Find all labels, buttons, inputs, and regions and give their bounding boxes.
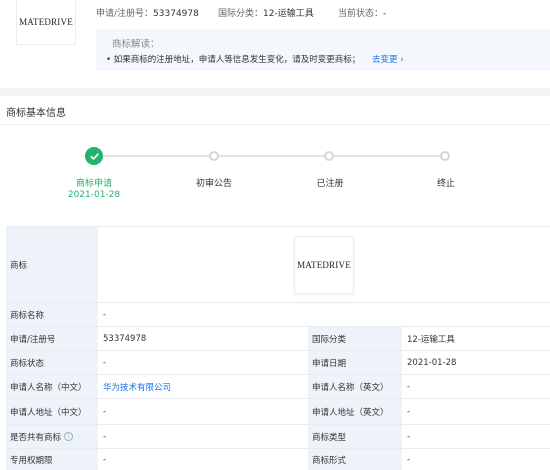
table-label: 专用权期限: [6, 449, 98, 470]
table-value: -: [98, 303, 550, 326]
header-intl-class: 国际分类：12-运输工具: [218, 9, 314, 19]
table-row: 是否共有商标 i - 商标类型 -: [6, 424, 550, 448]
table-label: 申请人名称（英文）: [308, 375, 402, 398]
trademark-logo: MATEDRIVE: [16, 0, 76, 45]
table-label: 申请人地址（英文）: [308, 399, 402, 424]
timeline-step-label: 已注册: [316, 179, 344, 189]
table-value: MATEDRIVE: [98, 227, 550, 302]
trademark-logo-text: MATEDRIVE: [19, 17, 73, 27]
table-row: 申请人地址（中文） - 申请人地址（英文） -: [6, 398, 550, 424]
applicant-link[interactable]: 华为技术有限公司: [103, 381, 171, 393]
table-value: -: [402, 399, 550, 424]
section-title: 商标基本信息: [6, 108, 66, 119]
table-value: 华为技术有限公司: [98, 375, 308, 398]
table-label: 商标名称: [6, 303, 98, 326]
status-timeline-track: [94, 155, 446, 157]
table-label: 商标: [6, 227, 98, 302]
trademark-image: MATEDRIVE: [294, 235, 354, 294]
notice-title: 商标解读：: [112, 39, 160, 50]
table-value: -: [98, 425, 308, 448]
table-row: 商标名称 -: [6, 302, 550, 326]
change-trademark-link[interactable]: 去变更 ›: [372, 53, 404, 65]
table-row: 商标状态 - 申请日期 2021-01-28: [6, 350, 550, 374]
trademark-notice: 商标解读： • 如果商标的注册地址，申请人等信息发生变化，请及时变更商标； 去变…: [96, 29, 550, 71]
table-label: 是否共有商标 i: [6, 425, 98, 448]
table-label: 申请/注册号: [6, 327, 98, 350]
notice-body: • 如果商标的注册地址，申请人等信息发生变化，请及时变更商标；: [106, 55, 361, 65]
table-row: 专用权期限 - 商标形式 -: [6, 448, 550, 470]
table-label: 申请人地址（中文）: [6, 399, 98, 424]
header-status: 当前状态：-: [338, 9, 387, 19]
table-label: 商标状态: [6, 351, 98, 374]
info-icon[interactable]: i: [64, 432, 74, 441]
timeline-step-date: 2021-01-28: [67, 190, 121, 200]
table-label: 国际分类: [308, 327, 402, 350]
table-label: 申请日期: [308, 351, 402, 374]
table-value: 53374978: [98, 327, 308, 350]
table-value: -: [98, 449, 308, 470]
table-value: -: [402, 425, 550, 448]
section-divider: [0, 88, 550, 96]
timeline-step-label: 初审公告: [195, 179, 233, 189]
table-label: 商标类型: [308, 425, 402, 448]
table-value: -: [98, 351, 308, 374]
table-value: 12-运输工具: [402, 327, 550, 350]
timeline-node-pending: [324, 151, 334, 161]
table-row: 申请人名称（中文） 华为技术有限公司 申请人名称（英文） -: [6, 374, 550, 398]
table-value: -: [98, 399, 308, 424]
table-label: 申请人名称（中文）: [6, 375, 98, 398]
header-reg-no: 申请/注册号：53374978: [96, 9, 199, 19]
timeline-step-label: 终止: [436, 179, 456, 189]
table-label: 商标形式: [308, 449, 402, 470]
table-value: 2021-01-28: [402, 351, 550, 374]
timeline-node-pending: [440, 151, 450, 161]
timeline-step-label: 商标申请: [75, 179, 113, 189]
table-row: 商标 MATEDRIVE: [6, 226, 550, 302]
table-row: 申请/注册号 53374978 国际分类 12-运输工具: [6, 326, 550, 350]
table-value: -: [402, 449, 550, 470]
check-icon: [85, 147, 103, 165]
timeline-node-pending: [209, 151, 219, 161]
table-value: -: [402, 375, 550, 398]
trademark-header: MATEDRIVE 申请/注册号：53374978 国际分类：12-运输工具 当…: [0, 0, 550, 88]
section-rule: [0, 124, 550, 125]
